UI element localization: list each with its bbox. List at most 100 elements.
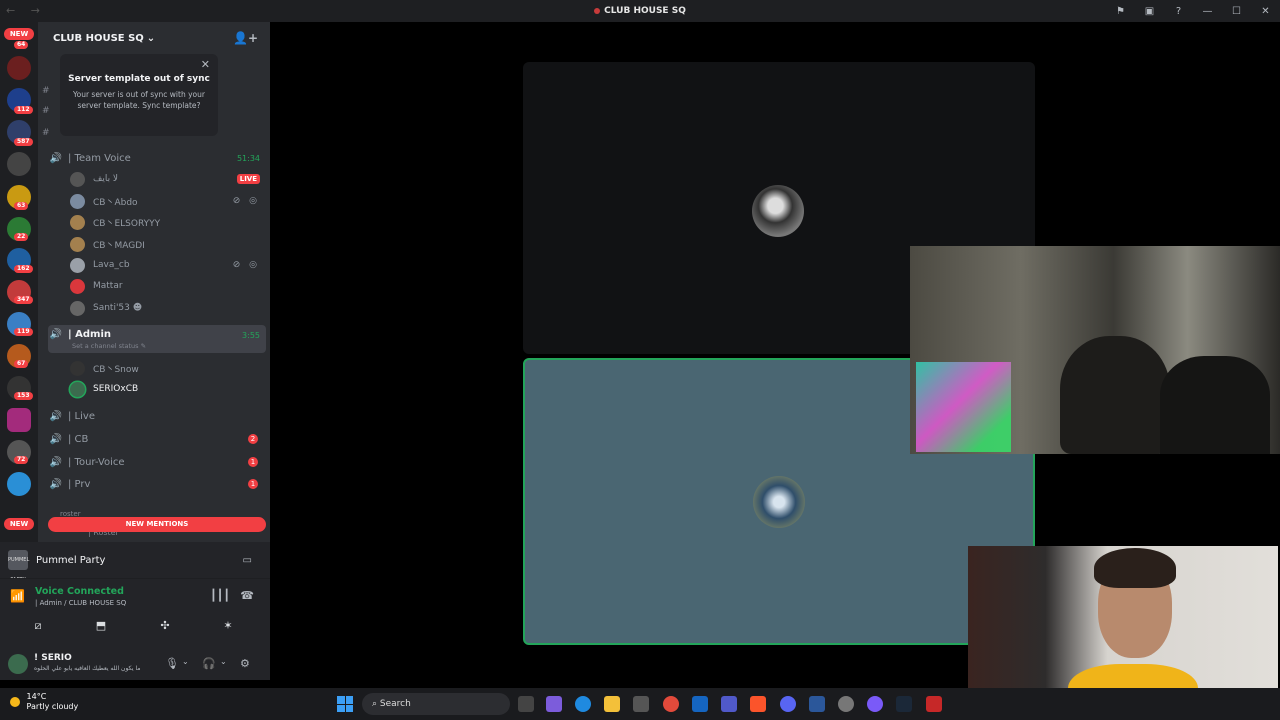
app-icon[interactable] [867, 696, 883, 712]
speaker-icon: 🔊 [49, 433, 63, 445]
signal-icon[interactable]: 📶 [10, 589, 25, 603]
server-icon[interactable] [7, 56, 31, 80]
outlook-icon[interactable] [692, 696, 708, 712]
server-icon[interactable] [7, 152, 31, 176]
speaker-icon: 🔊 [49, 456, 63, 468]
avatar[interactable] [8, 654, 28, 674]
app-icon[interactable] [838, 696, 854, 712]
speaker-icon: 🔊 [49, 152, 63, 164]
voice-location[interactable]: | Admin / CLUB HOUSE SQ [35, 599, 126, 607]
weather-icon [10, 697, 20, 707]
copilot-icon[interactable] [546, 696, 562, 712]
server-badge: 347 [14, 296, 33, 304]
voice-user[interactable]: CB丶Abdo ⊘ ◎ [70, 191, 266, 211]
discord-icon [594, 7, 601, 14]
search-icon: ⌕ [372, 699, 380, 709]
popup-body[interactable]: Your server is out of sync with your ser… [60, 89, 218, 111]
channel-status[interactable]: Set a channel status ✎ [72, 342, 146, 350]
microphone-icon[interactable]: 🎙 [165, 657, 179, 670]
screen-share-button[interactable]: ⬒ [73, 619, 129, 635]
word-icon[interactable] [809, 696, 825, 712]
user-name: لا بايف [93, 174, 119, 184]
voice-channel-live[interactable]: 🔊 | Live [48, 406, 266, 426]
task-view-icon[interactable] [518, 696, 534, 712]
screen-icon[interactable]: ▣ [1135, 6, 1164, 17]
inbox-icon[interactable]: ⚑ [1106, 6, 1135, 17]
voice-channel-cb[interactable]: 🔊 | CB 2 [48, 429, 266, 449]
user-panel: ! SERIO ما يكون الله يعطيك العافيه يابو … [0, 648, 270, 680]
collapsed-channel-marker: # [42, 86, 50, 96]
voice-channel-prv[interactable]: 🔊 | Prv 1 [48, 474, 266, 494]
user-name: Santi'53 ☻ [93, 303, 143, 313]
channel-name: | CB [68, 433, 89, 445]
person-image [1060, 336, 1170, 454]
user-name: SERIOxCB [93, 384, 139, 394]
new-unreads-pill[interactable]: NEW [4, 28, 34, 40]
taskbar-search[interactable]: ⌕ Search [362, 693, 510, 715]
server-badge: 587 [14, 138, 33, 146]
headphones-icon[interactable]: 🎧 [202, 657, 216, 670]
voice-user[interactable]: CB丶ELSORYYY [70, 212, 266, 232]
help-icon[interactable]: ? [1164, 6, 1193, 17]
activity-game-name: Pummel Party [36, 554, 106, 566]
settings-gear-icon[interactable]: ⚙ [240, 657, 250, 670]
user-name: Mattar [93, 281, 123, 291]
speaker-icon: 🔊 [49, 329, 63, 340]
server-icon[interactable] [7, 408, 31, 432]
server-badge: 64 [14, 41, 29, 49]
server-badge: 63 [14, 202, 29, 210]
close-button[interactable]: ✕ [1251, 6, 1280, 17]
store-icon[interactable] [633, 696, 649, 712]
voice-channel-admin[interactable]: 🔊 | Admin 3:55 Set a channel status ✎ [48, 325, 266, 353]
invite-icon[interactable]: 👤+ [233, 31, 258, 45]
minimize-button[interactable]: — [1193, 6, 1222, 17]
muted-deafened-icon: ⊘ ◎ [232, 196, 260, 206]
voice-user[interactable]: CB丶MAGDI [70, 234, 266, 254]
avatar [70, 171, 85, 187]
activity-screen-icon[interactable]: ▭ [243, 555, 252, 566]
camera-off-button[interactable]: ⧄ [10, 619, 66, 635]
server-badge: 162 [14, 265, 33, 273]
user-name: CB丶Abdo [93, 197, 138, 208]
brave-icon[interactable] [750, 696, 766, 712]
voice-user-self[interactable]: SERIOxCB [70, 379, 266, 399]
activity-bar: PUMMEL PARTY Pummel Party ▭ [0, 542, 270, 583]
voice-channel-team-voice[interactable]: 🔊 | Team Voice 51:34 [48, 148, 266, 168]
server-icon[interactable] [7, 472, 31, 496]
edge-icon[interactable] [575, 696, 591, 712]
discord-taskbar-icon[interactable] [780, 696, 796, 712]
weather-widget[interactable]: 14°C Partly cloudy [10, 692, 78, 712]
new-mentions-button[interactable]: NEW MENTIONS [48, 517, 266, 532]
window-controls: ⚑ ▣ ? — ☐ ✕ [1106, 0, 1280, 22]
user-name: CB丶MAGDI [93, 240, 145, 251]
voice-user[interactable]: Mattar [70, 276, 266, 296]
teams-icon[interactable] [721, 696, 737, 712]
maximize-button[interactable]: ☐ [1222, 6, 1251, 17]
voice-user[interactable]: CB丶Snow [70, 358, 266, 378]
voice-status[interactable]: Voice Connected [35, 586, 124, 597]
voice-user[interactable]: Lava_cb ⊘ ◎ [70, 255, 266, 275]
server-badge: 22 [14, 233, 29, 241]
start-button[interactable] [337, 696, 353, 712]
new-unreads-pill[interactable]: NEW [4, 518, 34, 530]
windows-taskbar: 14°C Partly cloudy ⌕ Search [0, 688, 1280, 720]
close-icon[interactable]: ✕ [201, 58, 210, 71]
window-title-text: CLUB HOUSE SQ [604, 6, 686, 16]
file-explorer-icon[interactable] [604, 696, 620, 712]
voice-user[interactable]: Santi'53 ☻ [70, 298, 266, 318]
activities-button[interactable]: ✣ [137, 619, 193, 635]
speaker-icon: 🔊 [49, 478, 63, 490]
unread-count: 1 [248, 457, 258, 467]
noise-suppression-icon[interactable]: ┃┃┃ [210, 589, 230, 602]
soundboard-button[interactable]: ✶ [200, 619, 256, 635]
app-icon[interactable] [926, 696, 942, 712]
server-header[interactable]: CLUB HOUSE SQ ⌄ 👤+ [38, 22, 270, 54]
chevron-down-icon[interactable]: ⌄ [182, 657, 189, 666]
channel-name: | Tour-Voice [68, 456, 125, 468]
voice-channel-tour-voice[interactable]: 🔊 | Tour-Voice 1 [48, 452, 266, 472]
chevron-down-icon[interactable]: ⌄ [220, 657, 227, 666]
steam-icon[interactable] [896, 696, 912, 712]
voice-user[interactable]: لا بايف LIVE [70, 169, 266, 189]
disconnect-icon[interactable]: ☎ [240, 589, 254, 602]
chrome-icon[interactable] [663, 696, 679, 712]
